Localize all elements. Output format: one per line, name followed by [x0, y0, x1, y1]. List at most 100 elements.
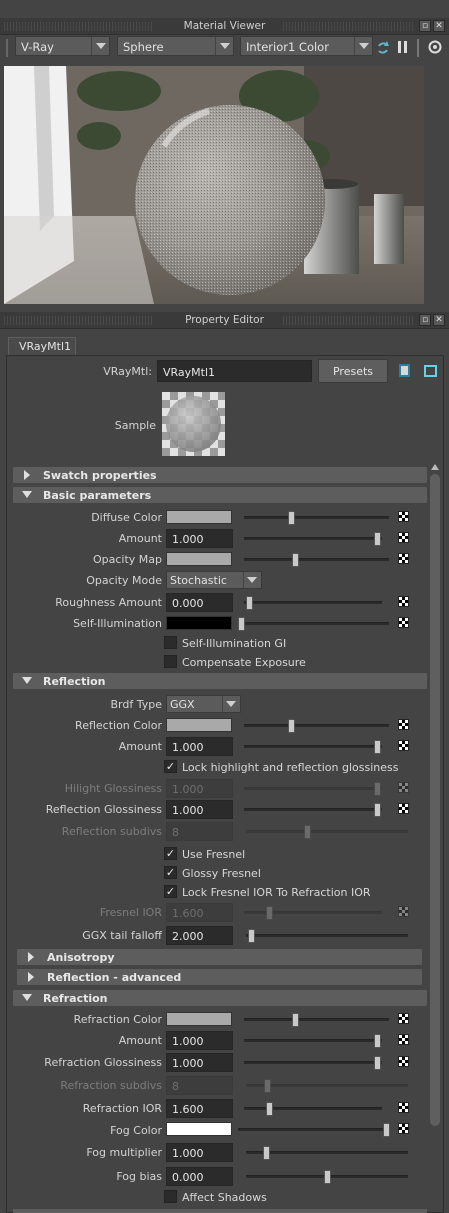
environment-dropdown[interactable]: Interior1 Color [240, 36, 373, 56]
map-button-icon[interactable] [398, 1013, 409, 1024]
map-button-icon[interactable] [398, 553, 409, 564]
settings-icon[interactable] [428, 40, 442, 54]
slider-handle[interactable] [374, 803, 381, 817]
map-button-icon[interactable] [398, 511, 409, 522]
slider-handle[interactable] [292, 553, 299, 567]
float-panel-icon[interactable]: ▫ [419, 314, 431, 326]
section-reflection[interactable]: Reflection [13, 673, 427, 689]
refraction-ior-slider[interactable] [244, 1102, 382, 1116]
property-editor-scrollbar[interactable] [430, 464, 440, 1213]
float-panel-icon[interactable]: ▫ [419, 20, 431, 32]
reflection-glossiness-field[interactable]: 1.000 [166, 800, 233, 819]
brdf-type-dropdown[interactable]: GGX [166, 695, 241, 713]
slider-handle[interactable] [248, 929, 255, 943]
section-title: Swatch properties [43, 469, 157, 482]
slider-handle[interactable] [266, 1102, 273, 1116]
fog-multiplier-field[interactable]: 1.000 [166, 1143, 233, 1162]
diffuse-color-slider[interactable] [244, 511, 389, 525]
map-button-icon[interactable] [398, 617, 409, 628]
refraction-glossiness-slider[interactable] [244, 1056, 382, 1070]
ggx-tail-falloff-field[interactable]: 2.000 [166, 926, 233, 945]
map-button-icon[interactable] [398, 740, 409, 751]
lock-highlight-checkbox[interactable]: ✓ [164, 760, 177, 773]
self-illumination-slider[interactable] [238, 617, 389, 631]
renderer-dropdown[interactable]: V-Ray [15, 36, 110, 56]
ggx-tail-falloff-slider[interactable] [246, 929, 408, 943]
geometry-dropdown[interactable]: Sphere [117, 36, 234, 56]
self-illumination-gi-checkbox[interactable] [164, 636, 177, 649]
slider-handle[interactable] [263, 1146, 270, 1160]
slider-handle[interactable] [292, 1013, 299, 1027]
fog-multiplier-slider[interactable] [246, 1146, 408, 1160]
opacity-map-swatch[interactable] [166, 552, 232, 566]
section-swatch-properties[interactable]: Swatch properties [13, 467, 427, 483]
refraction-color-slider[interactable] [244, 1013, 389, 1027]
pause-icon[interactable] [398, 41, 401, 53]
material-preview[interactable] [4, 66, 424, 304]
fog-color-slider[interactable] [238, 1123, 390, 1137]
close-icon[interactable]: ✕ [433, 20, 445, 32]
compensate-exposure-checkbox[interactable] [164, 655, 177, 668]
node-name-field[interactable]: VRayMtl1 [157, 360, 312, 382]
diffuse-amount-slider[interactable] [244, 532, 382, 546]
map-button-icon[interactable] [398, 1123, 409, 1134]
refraction-glossiness-field[interactable]: 1.000 [166, 1053, 233, 1072]
map-button-icon[interactable] [398, 596, 409, 607]
open-window-icon[interactable] [424, 365, 437, 377]
section-basic-parameters[interactable]: Basic parameters [13, 487, 427, 503]
reflection-glossiness-slider[interactable] [244, 803, 382, 817]
slider-handle[interactable] [374, 1056, 381, 1070]
lock-highlight-label: Lock highlight and reflection glossiness [182, 761, 399, 774]
reflection-amount-slider[interactable] [244, 740, 382, 754]
roughness-field[interactable]: 0.000 [166, 593, 233, 612]
slider-handle[interactable] [374, 1034, 381, 1048]
glossy-fresnel-checkbox[interactable]: ✓ [164, 866, 177, 879]
fog-color-swatch[interactable] [166, 1122, 232, 1136]
slider-handle[interactable] [238, 617, 245, 631]
scrollbar-thumb[interactable] [430, 474, 440, 1126]
copy-tab-icon[interactable] [399, 364, 410, 377]
reflection-amount-field[interactable]: 1.000 [166, 737, 233, 756]
opacity-mode-dropdown[interactable]: Stochastic [166, 571, 262, 589]
slider-handle[interactable] [324, 1170, 331, 1184]
section-reflection-advanced[interactable]: Reflection - advanced [17, 969, 422, 985]
diffuse-amount-field[interactable]: 1.000 [166, 529, 233, 548]
slider-handle[interactable] [374, 740, 381, 754]
map-button-icon[interactable] [398, 1056, 409, 1067]
fog-bias-field[interactable]: 0.000 [166, 1167, 233, 1186]
slider-handle[interactable] [374, 532, 381, 546]
refraction-amount-slider[interactable] [244, 1034, 382, 1048]
use-fresnel-checkbox[interactable]: ✓ [164, 847, 177, 860]
section-refraction[interactable]: Refraction [13, 990, 427, 1006]
slider-handle[interactable] [288, 511, 295, 525]
fog-bias-slider[interactable] [246, 1170, 408, 1184]
tab-vraymtl1[interactable]: VRayMtl1 [8, 337, 76, 355]
toolbar-handle[interactable] [6, 39, 8, 57]
roughness-slider[interactable] [244, 596, 382, 610]
map-button-icon[interactable] [398, 1102, 409, 1113]
close-icon[interactable]: ✕ [433, 314, 445, 326]
slider-handle[interactable] [383, 1123, 390, 1137]
self-illumination-swatch[interactable] [166, 616, 232, 630]
slider-handle[interactable] [288, 719, 295, 733]
presets-button[interactable]: Presets [318, 359, 388, 383]
lock-fresnel-ior-checkbox[interactable]: ✓ [164, 885, 177, 898]
reflection-color-swatch[interactable] [166, 718, 232, 732]
refraction-ior-field[interactable]: 1.600 [166, 1099, 233, 1118]
map-button-icon[interactable] [398, 1034, 409, 1045]
diffuse-color-swatch[interactable] [166, 510, 232, 524]
map-button-icon[interactable] [398, 803, 409, 814]
material-sample-swatch[interactable] [162, 392, 225, 456]
refraction-color-swatch[interactable] [166, 1012, 232, 1026]
refresh-icon[interactable] [376, 40, 390, 56]
section-anisotropy[interactable]: Anisotropy [17, 949, 422, 965]
scroll-up-icon[interactable] [431, 464, 439, 470]
opacity-map-slider[interactable] [244, 553, 389, 567]
refraction-amount-field[interactable]: 1.000 [166, 1031, 233, 1050]
affect-shadows-checkbox[interactable] [164, 1190, 177, 1203]
slider-handle[interactable] [246, 596, 253, 610]
section-next-partial[interactable] [13, 1209, 427, 1213]
map-button-icon[interactable] [398, 719, 409, 730]
map-button-icon[interactable] [398, 532, 409, 543]
reflection-color-slider[interactable] [244, 719, 389, 733]
